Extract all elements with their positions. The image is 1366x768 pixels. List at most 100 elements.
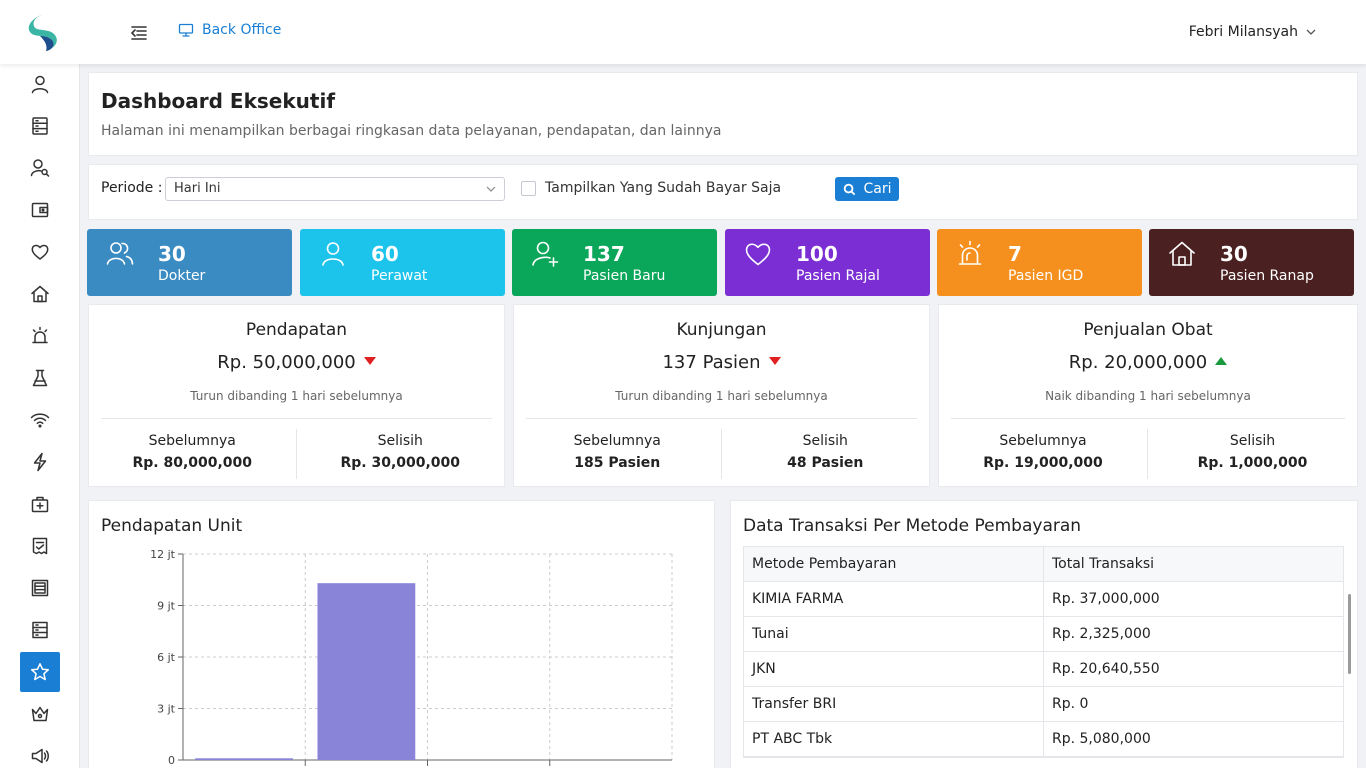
sidebar-item-storage[interactable] (20, 610, 60, 650)
summary-amount: 137 Pasien (662, 352, 761, 373)
sidebar-item-lightning[interactable] (20, 442, 60, 482)
user-menu[interactable]: Febri Milansyah (1189, 24, 1316, 40)
bar-chart: 0 3 jt 6 jt 9 jt 12 jt (150, 548, 673, 767)
stat-label: Pasien IGD (1008, 268, 1084, 284)
summary-title: Penjualan Obat (1083, 320, 1213, 340)
table-row[interactable]: Tunai Rp. 2,325,000 (744, 617, 1343, 652)
stat-value: 60 (371, 242, 399, 266)
previous-label: Sebelumnya (573, 433, 661, 449)
sidebar-item-home[interactable] (20, 274, 60, 314)
sidebar-item-user-search[interactable] (20, 148, 60, 188)
transaction-total: Rp. 5,080,000 (1052, 731, 1151, 747)
sidebar-item-wallet[interactable] (20, 190, 60, 230)
table-row[interactable]: Transfer BRI Rp. 0 (744, 687, 1343, 722)
stat-card-pasien-igd[interactable]: 7 Pasien IGD (937, 229, 1142, 296)
sidebar-item-user[interactable] (20, 64, 60, 104)
summary-title: Kunjungan (676, 320, 767, 340)
periode-select[interactable]: Hari Ini (165, 177, 505, 201)
filter-bar: Periode : Hari Ini Tampilkan Yang Sudah … (88, 164, 1358, 220)
alarm-icon (958, 240, 982, 265)
app-logo[interactable] (22, 12, 60, 52)
difference-value: 48 Pasien (787, 455, 864, 471)
sidebar-item-flask[interactable] (20, 358, 60, 398)
difference-label: Selisih (377, 433, 423, 449)
stat-value: 100 (796, 242, 838, 266)
paid-only-checkbox[interactable] (521, 181, 536, 196)
stat-label: Pasien Rajal (796, 268, 880, 284)
trend-down-icon (363, 357, 376, 365)
lightning-icon (33, 452, 47, 472)
previous-value: 185 Pasien (574, 455, 661, 471)
previous-value: Rp. 80,000,000 (132, 455, 253, 471)
building-icon (31, 579, 49, 597)
summary-previous: Sebelumnya Rp. 19,000,000 (939, 429, 1148, 479)
table-title: Data Transaksi Per Metode Pembayaran (743, 516, 1082, 536)
difference-label: Selisih (802, 433, 848, 449)
payment-method: KIMIA FARMA (744, 582, 1044, 616)
table-row[interactable]: JKN Rp. 20,640,550 (744, 652, 1343, 687)
wallet-icon (31, 202, 49, 218)
sidebar-item-first-aid[interactable] (20, 484, 60, 524)
stat-card-pasien-rajal[interactable]: 100 Pasien Rajal (725, 229, 930, 296)
user-name: Febri Milansyah (1188, 24, 1298, 40)
heart-icon (31, 244, 49, 260)
bar[interactable] (195, 758, 294, 760)
summary-amount: Rp. 50,000,000 (217, 352, 356, 373)
stat-card-pasien-ranap[interactable]: 30 Pasien Ranap (1149, 229, 1354, 296)
summary-difference: Selisih Rp. 1,000,000 (1148, 429, 1357, 479)
stat-value: 7 (1008, 242, 1022, 266)
divider (526, 418, 917, 419)
divider (101, 418, 492, 419)
payment-method: JKN (744, 652, 1044, 686)
sidebar-item-star[interactable] (20, 652, 60, 692)
divider (951, 418, 1345, 419)
previous-label: Sebelumnya (999, 433, 1087, 449)
trend-down-icon (768, 357, 781, 365)
stat-label: Perawat (371, 268, 428, 284)
previous-value: Rp. 19,000,000 (983, 455, 1103, 471)
summary-difference: Selisih 48 Pasien (722, 429, 930, 479)
wifi-icon (30, 413, 50, 428)
transaction-total: Rp. 2,325,000 (1052, 626, 1151, 642)
megaphone-icon (31, 748, 49, 764)
table-row[interactable]: KIMIA FARMA Rp. 37,000,000 (744, 582, 1343, 617)
bar[interactable] (317, 583, 416, 760)
users-icon (106, 242, 134, 265)
y-tick-label: 3 jt (157, 703, 176, 716)
heart-icon (745, 243, 771, 266)
column-header[interactable]: Total Transaksi (1044, 547, 1343, 581)
sidebar-item-megaphone[interactable] (20, 736, 60, 768)
table-scrollbar[interactable] (1348, 594, 1351, 674)
summary-value: Rp. 50,000,000 (89, 352, 504, 373)
sidebar-item-heart[interactable] (20, 232, 60, 272)
table-row[interactable]: PT ABC Tbk Rp. 5,080,000 (744, 722, 1343, 757)
sidebar-item-alarm[interactable] (20, 316, 60, 356)
stat-card-dokter[interactable]: 30 Dokter (87, 229, 292, 296)
search-button-label: Cari (863, 181, 892, 197)
search-button[interactable]: Cari (835, 177, 899, 201)
paid-only-label[interactable]: Tampilkan Yang Sudah Bayar Saja (545, 180, 781, 196)
payment-method: Transfer BRI (744, 687, 1044, 721)
stat-card-perawat[interactable]: 60 Perawat (300, 229, 505, 296)
first-aid-icon (31, 496, 49, 513)
breadcrumb-back-office[interactable]: Back Office (178, 22, 281, 38)
monitor-icon (178, 23, 194, 37)
page-header: Dashboard Eksekutif Halaman ini menampil… (88, 72, 1358, 156)
stat-label: Pasien Ranap (1220, 268, 1314, 284)
y-tick-label: 6 jt (157, 651, 176, 664)
search-icon (843, 183, 855, 195)
column-header[interactable]: Metode Pembayaran (744, 547, 1044, 581)
sidebar-item-receipt[interactable] (20, 526, 60, 566)
menu-toggle-icon[interactable] (128, 22, 150, 44)
payment-method: PT ABC Tbk (744, 722, 1044, 756)
stat-card-pasien-baru[interactable]: 137 Pasien Baru (512, 229, 717, 296)
sidebar-item-crown[interactable] (20, 694, 60, 734)
chevron-down-icon (486, 186, 496, 192)
sidebar-item-server[interactable] (20, 106, 60, 146)
sidebar-item-wifi[interactable] (20, 400, 60, 440)
top-bar: Back Office Febri Milansyah (0, 0, 1366, 64)
y-tick-label: 9 jt (157, 600, 176, 613)
flask-icon (32, 369, 48, 387)
periode-label: Periode : (101, 180, 163, 196)
sidebar-item-building[interactable] (20, 568, 60, 608)
